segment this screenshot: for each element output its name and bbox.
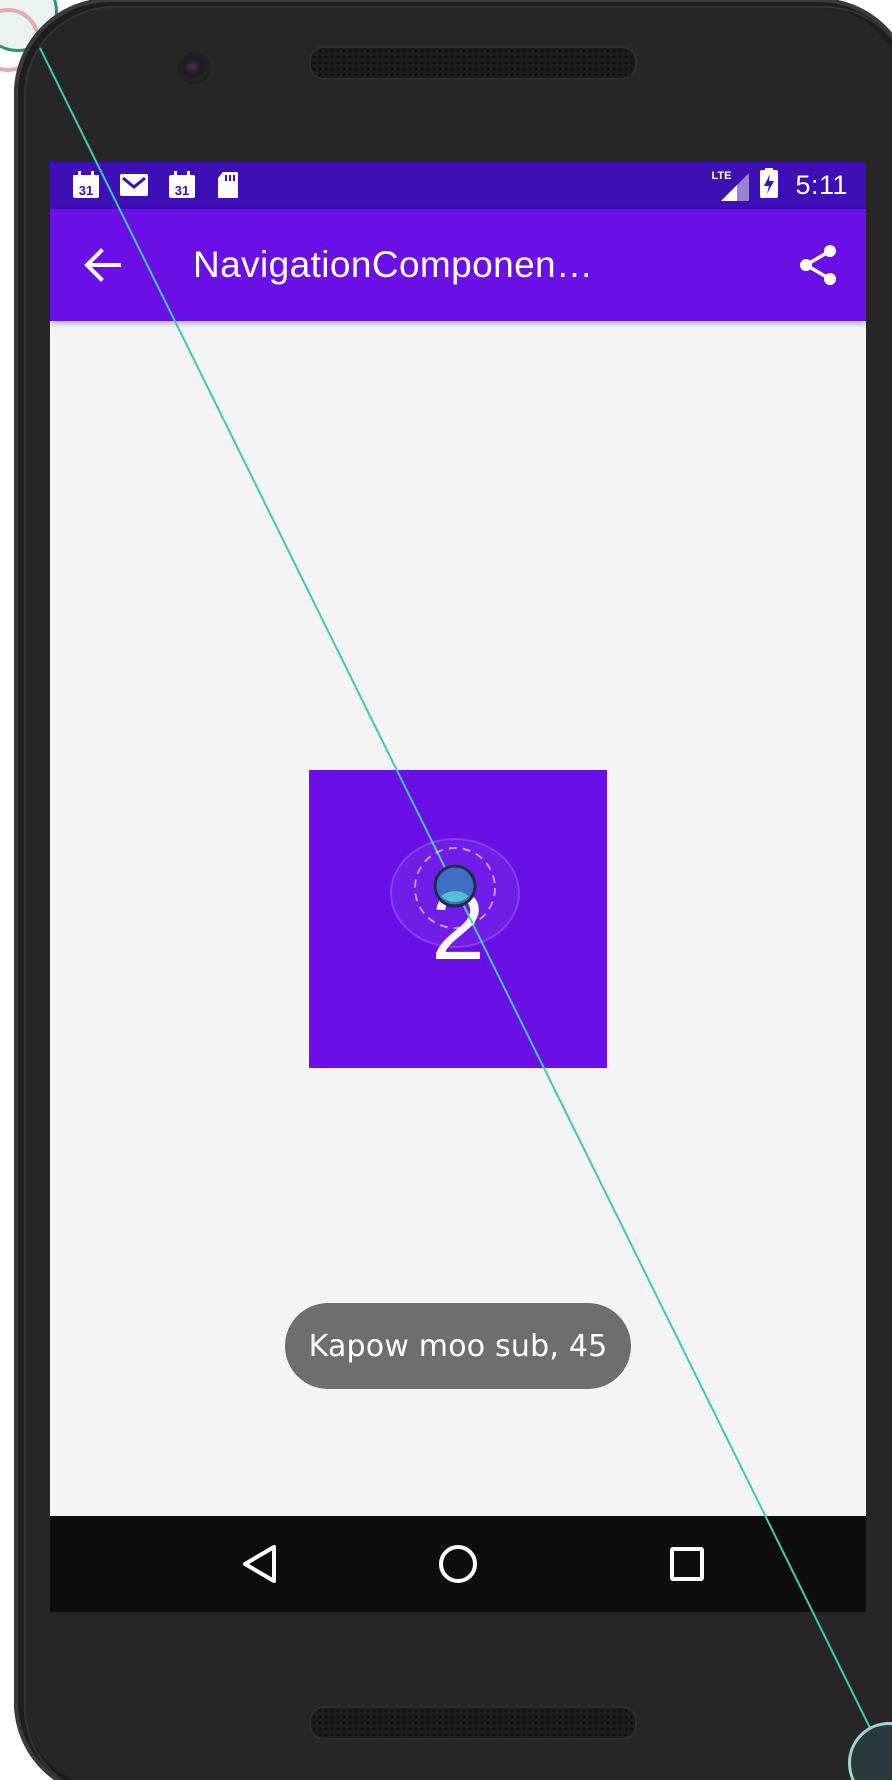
status-clock: 5:11 [795,170,848,200]
home-circle-icon [439,1545,477,1583]
system-nav-bar [50,1516,866,1612]
share-icon [800,245,836,285]
recents-square-icon [670,1547,704,1581]
calendar-day-text: 31 [79,183,93,198]
status-bar-right: LTE 5:11 [711,162,848,209]
toast-message: Kapow moo sub, 45 [285,1303,631,1389]
top-speaker-grille [309,46,637,80]
emulator-stage: 31 31 LTE 5:11 NavigationComponentE 2 Ka… [0,0,892,1780]
lte-signal-icon: LTE [711,169,751,203]
battery-charging-icon [759,167,779,204]
sd-card-icon [214,170,242,200]
app-bar: NavigationComponentExam… [50,209,866,321]
calendar-day-text-2: 31 [175,183,189,198]
status-bar: 31 31 LTE 5:11 [50,162,866,209]
bottom-speaker-grille [309,1706,637,1740]
nav-recents-button[interactable] [655,1532,719,1596]
app-title: NavigationComponentExam… [193,244,603,285]
calendar-icon-2: 31 [166,170,198,200]
nav-home-button[interactable] [426,1532,490,1596]
front-camera [178,52,210,84]
arrow-back-icon [84,248,121,282]
back-button[interactable] [70,233,134,297]
number-text: 2 [431,873,485,980]
back-triangle-icon [243,1545,276,1583]
phone-screen: 31 31 LTE 5:11 NavigationComponentE 2 Ka… [50,162,866,1612]
calendar-icon: 31 [70,170,102,200]
share-button[interactable] [786,233,850,297]
nav-back-button[interactable] [228,1532,292,1596]
gmail-icon [118,170,150,200]
number-card[interactable]: 2 [309,770,607,1068]
